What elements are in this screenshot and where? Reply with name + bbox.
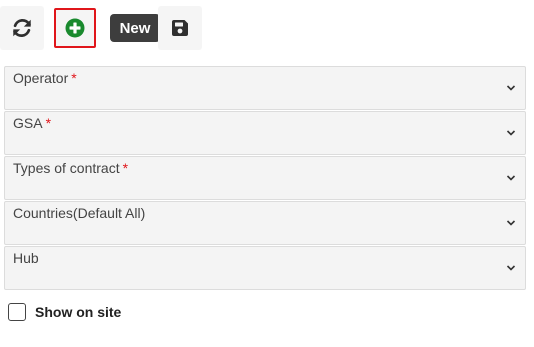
- gsa-label: GSA *: [13, 115, 52, 131]
- show-on-site-checkbox[interactable]: [8, 303, 26, 321]
- chevron-down-icon: [506, 85, 516, 91]
- countries-select[interactable]: Countries(Default All): [4, 201, 526, 245]
- hub-label: Hub: [13, 250, 39, 266]
- floppy-disk-icon: [172, 20, 188, 36]
- chevron-down-icon: [506, 130, 516, 136]
- chevron-down-icon: [506, 175, 516, 181]
- gsa-select[interactable]: GSA *: [4, 111, 526, 155]
- chevron-down-icon: [506, 265, 516, 271]
- add-new-button[interactable]: [54, 8, 96, 48]
- chevron-down-icon: [506, 220, 516, 226]
- operator-label: Operator *: [13, 70, 77, 86]
- types-of-contract-select[interactable]: Types of contract *: [4, 156, 526, 200]
- save-button[interactable]: [158, 6, 202, 50]
- hub-select[interactable]: Hub: [4, 246, 526, 290]
- required-marker: *: [45, 115, 52, 131]
- required-marker: *: [122, 160, 129, 176]
- form-panel: New Operator * GSA * Types of contract * Co…: [0, 0, 534, 347]
- plus-circle-icon: [65, 18, 85, 38]
- required-marker: *: [71, 70, 77, 86]
- countries-label: Countries(Default All): [13, 205, 146, 221]
- show-on-site-label[interactable]: Show on site: [35, 304, 121, 320]
- refresh-icon: [13, 19, 31, 37]
- types-of-contract-label: Types of contract *: [13, 160, 129, 176]
- new-tooltip: New: [110, 14, 160, 42]
- refresh-button[interactable]: [0, 6, 44, 50]
- operator-select[interactable]: Operator *: [4, 66, 526, 110]
